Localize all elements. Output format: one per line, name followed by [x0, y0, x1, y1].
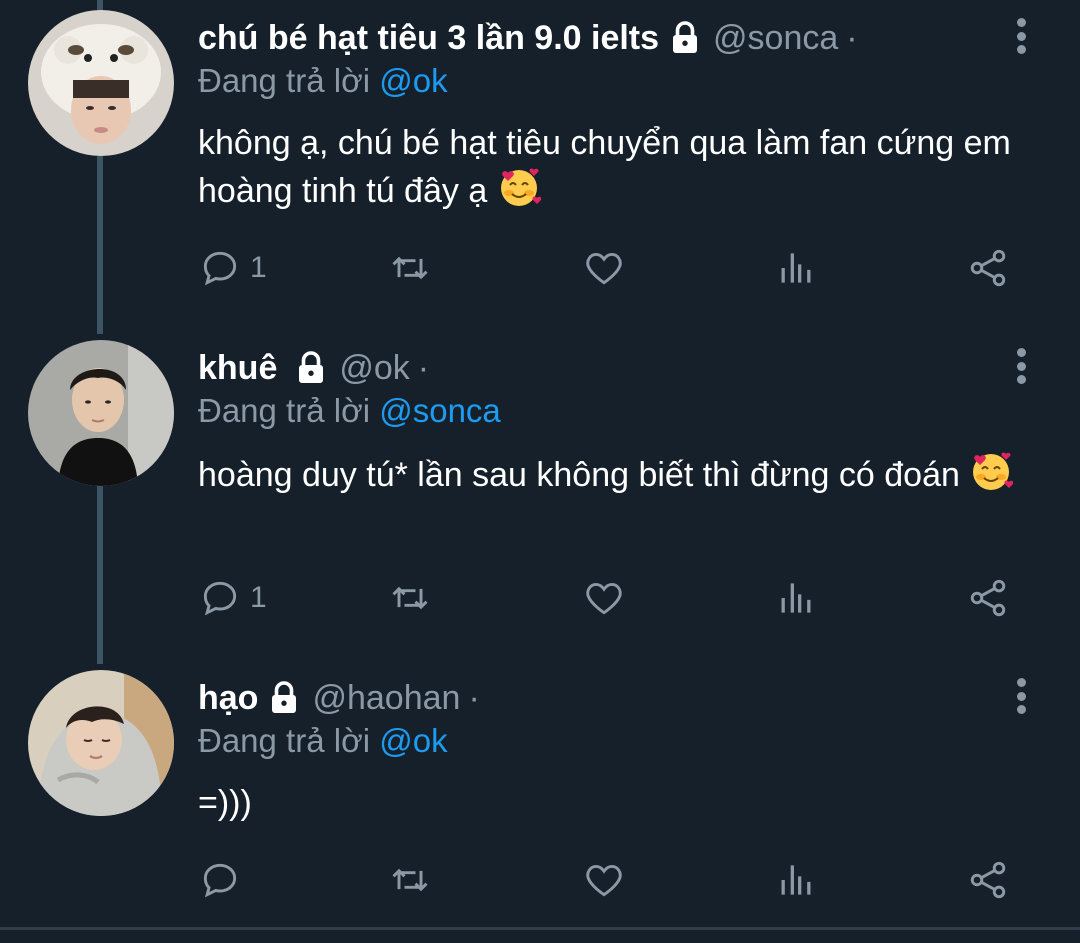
- heart-icon: [586, 252, 622, 285]
- avatar[interactable]: [28, 670, 174, 816]
- share-icon: [970, 579, 1006, 617]
- like-button[interactable]: [582, 576, 626, 620]
- replying-to-label: Đang trả lời: [198, 722, 380, 759]
- display-name[interactable]: khuê: [198, 349, 277, 388]
- user-handle[interactable]: @ok: [339, 349, 409, 388]
- separator-dot: ·: [417, 348, 430, 387]
- views-button[interactable]: [774, 576, 818, 620]
- share-button[interactable]: [966, 576, 1010, 620]
- reply-mention-link[interactable]: @ok: [379, 722, 447, 759]
- reply-icon: [203, 581, 237, 616]
- analytics-icon: [781, 583, 811, 613]
- smiling-face-with-hearts-emoji: [973, 452, 1014, 490]
- replying-to-label: Đang trả lời: [198, 392, 380, 429]
- divider: [0, 927, 1080, 930]
- share-button[interactable]: [966, 246, 1010, 290]
- action-bar: [198, 858, 1028, 902]
- retweet-icon: [392, 586, 428, 610]
- tweet-text: hoàng duy tú* lần sau không biết thì đừn…: [198, 450, 1058, 498]
- tweet-text-content: không ạ, chú bé hạt tiêu chuyển qua làm …: [198, 124, 1011, 210]
- more-options-icon[interactable]: [1006, 344, 1036, 388]
- retweet-icon: [392, 868, 428, 892]
- retweet-icon: [392, 256, 428, 280]
- views-button[interactable]: [774, 858, 818, 902]
- reply-button[interactable]: 1: [198, 246, 267, 290]
- retweet-button[interactable]: [388, 858, 432, 902]
- display-name[interactable]: chú bé hạt tiêu 3 lần 9.0 ielts: [198, 19, 659, 58]
- retweet-button[interactable]: [388, 576, 432, 620]
- tweet-text-content: =))): [198, 784, 252, 822]
- tweet-text-content: hoàng duy tú* lần sau không biết thì đừn…: [198, 456, 970, 494]
- separator-dot: ·: [468, 678, 480, 717]
- action-bar: 1: [198, 246, 1028, 290]
- lock-icon: [299, 351, 324, 383]
- share-icon: [970, 249, 1006, 287]
- reply-count: 1: [250, 581, 267, 614]
- tweet[interactable]: hạo @haohan · Đang trả lời @ok =))): [0, 670, 1080, 926]
- lock-icon: [272, 681, 297, 713]
- reply-icon: [203, 251, 237, 286]
- reply-count: 1: [250, 251, 267, 284]
- avatar[interactable]: [28, 10, 174, 156]
- share-icon: [970, 861, 1006, 899]
- tweet[interactable]: chú bé hạt tiêu 3 lần 9.0 ielts @sonca ·…: [0, 10, 1080, 316]
- avatar[interactable]: [28, 340, 174, 486]
- replying-to: Đang trả lời @ok: [198, 722, 448, 760]
- replying-to: Đang trả lời @ok: [198, 62, 448, 100]
- more-options-icon[interactable]: [1006, 674, 1036, 718]
- replying-to: Đang trả lời @sonca: [198, 392, 501, 430]
- retweet-button[interactable]: [388, 246, 432, 290]
- reply-mention-link[interactable]: @ok: [379, 62, 447, 99]
- share-button[interactable]: [966, 858, 1010, 902]
- reply-icon: [203, 863, 237, 898]
- display-name[interactable]: hạo: [198, 679, 258, 718]
- separator-dot: ·: [846, 18, 858, 57]
- heart-icon: [586, 864, 622, 897]
- replying-to-label: Đang trả lời: [198, 62, 380, 99]
- more-options-icon[interactable]: [1006, 14, 1036, 58]
- smiling-face-with-hearts-emoji: [500, 168, 541, 206]
- lock-icon: [673, 21, 698, 53]
- views-button[interactable]: [774, 246, 818, 290]
- tweet-text: không ạ, chú bé hạt tiêu chuyển qua làm …: [198, 120, 1058, 214]
- tweet[interactable]: khuê @ok · Đang trả lời @sonca hoàng duy…: [0, 340, 1080, 646]
- user-handle[interactable]: @sonca: [713, 19, 838, 58]
- analytics-icon: [781, 865, 811, 895]
- user-handle[interactable]: @haohan: [312, 679, 460, 718]
- action-bar: 1: [198, 576, 1028, 620]
- like-button[interactable]: [582, 858, 626, 902]
- reply-mention-link[interactable]: @sonca: [379, 392, 501, 429]
- reply-button[interactable]: [198, 858, 250, 902]
- reply-button[interactable]: 1: [198, 576, 267, 620]
- analytics-icon: [781, 253, 811, 283]
- tweet-text: =))): [198, 780, 1058, 826]
- heart-icon: [586, 582, 622, 615]
- like-button[interactable]: [582, 246, 626, 290]
